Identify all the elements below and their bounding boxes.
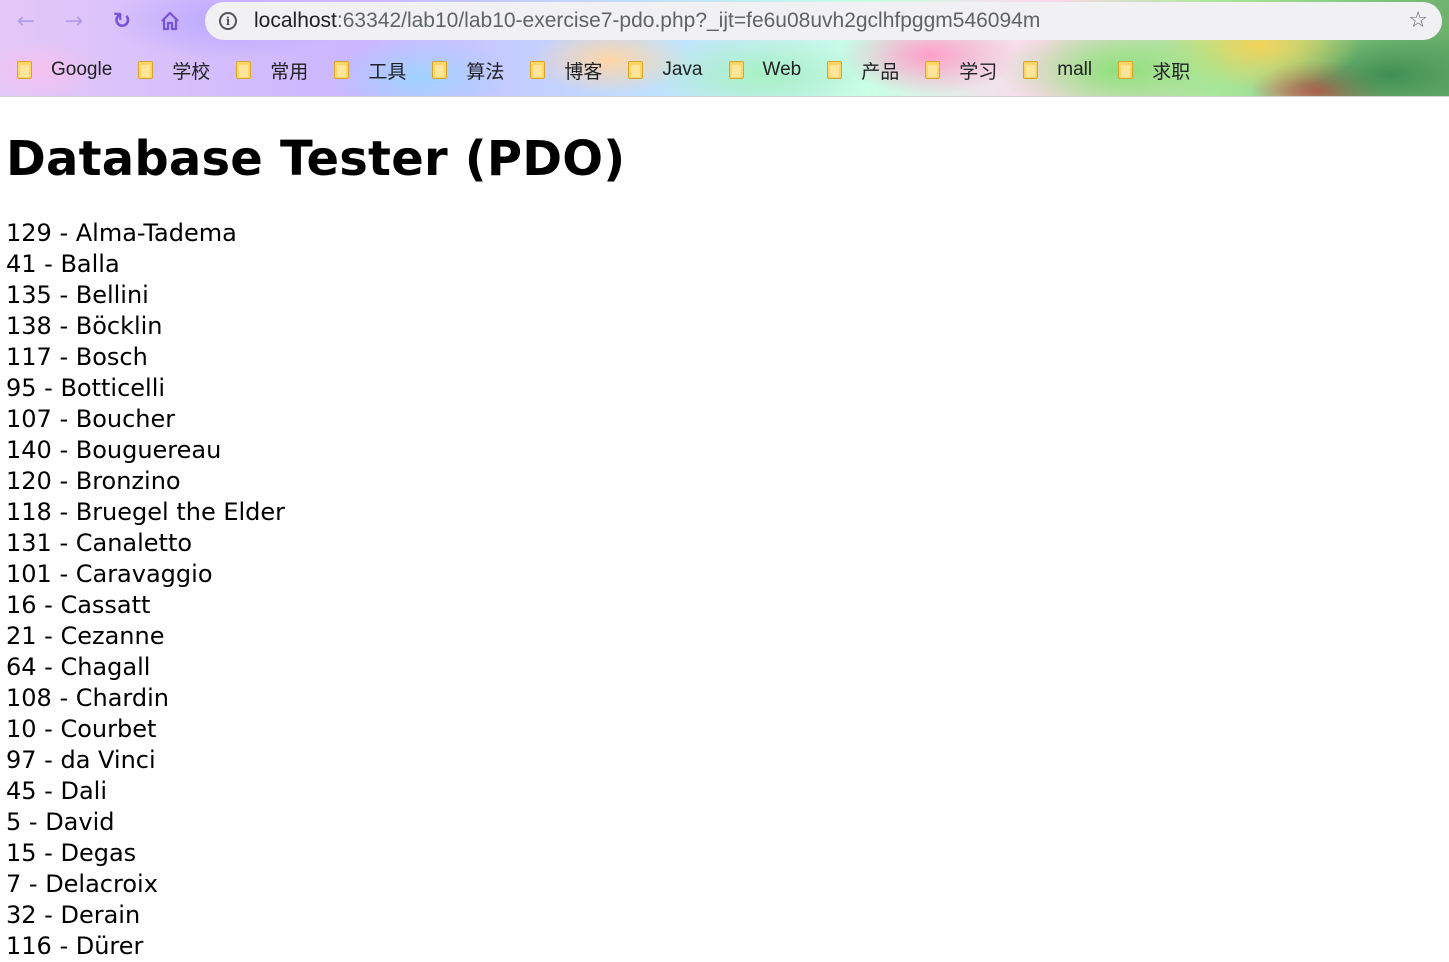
artist-row: 7 - Delacroix	[6, 870, 158, 898]
artist-row: 107 - Boucher	[6, 405, 176, 433]
artist-row: 120 - Bronzino	[6, 467, 181, 495]
artist-row: 15 - Degas	[6, 839, 137, 867]
folder-icon	[628, 61, 644, 79]
artist-row: 116 - Dürer	[6, 932, 144, 960]
bookmark-item[interactable]: 产品	[827, 55, 899, 85]
page-content: Database Tester (PDO) 129 - Alma-Tadema 4…	[0, 129, 1449, 962]
bookmark-item[interactable]: 博客	[530, 55, 602, 85]
bookmark-label: 学习	[959, 61, 998, 83]
info-icon[interactable]: i	[219, 12, 237, 30]
artist-row: 135 - Bellini	[6, 281, 149, 309]
folder-icon	[334, 61, 350, 79]
bookmark-item[interactable]: 算法	[432, 55, 504, 85]
artist-row: 16 - Cassatt	[6, 591, 151, 619]
folder-icon	[530, 61, 546, 79]
bookmark-item[interactable]: Java	[628, 55, 703, 85]
page-title: Database Tester (PDO)	[6, 131, 626, 187]
bookmark-label: 求职	[1152, 61, 1191, 83]
bookmark-item[interactable]: 学校	[138, 55, 210, 85]
bookmark-label: 博客	[564, 61, 603, 83]
bookmark-label: 学校	[172, 61, 211, 83]
reload-icon: ↻	[112, 8, 132, 34]
folder-icon	[432, 61, 448, 79]
folder-icon	[236, 61, 252, 79]
artist-row: 129 - Alma-Tadema	[6, 219, 237, 247]
bookmark-label: 算法	[466, 61, 505, 83]
artist-row: 101 - Caravaggio	[6, 560, 213, 588]
artist-row: 45 - Dali	[6, 777, 107, 805]
folder-icon	[1118, 61, 1134, 79]
bookmark-label: Java	[662, 59, 703, 80]
home-icon	[161, 11, 179, 31]
bookmark-label: 常用	[270, 61, 309, 83]
artist-row: 41 - Balla	[6, 250, 120, 278]
bookmark-label: 产品	[861, 61, 900, 83]
bookmarks-bar: Google 学校 常用 工具 算法 博客 Java Web 产品 学习 mall 求职	[0, 52, 1216, 88]
artist-row: 5 - David	[6, 808, 115, 836]
artist-row: 140 - Bouguereau	[6, 436, 222, 464]
url-path: :63342/lab10/lab10-exercise7-pdo.php?_ij…	[336, 9, 1041, 32]
browser-toolbar: ← → ↻ i localhost:63342/lab10/lab10-exer…	[0, 0, 1449, 42]
bookmark-label: Web	[762, 59, 802, 80]
folder-icon	[728, 61, 744, 79]
bookmark-item[interactable]: Google	[17, 55, 112, 85]
bookmark-item[interactable]: 工具	[334, 55, 406, 85]
arrow-right-icon: →	[64, 8, 84, 34]
bookmark-item[interactable]: 学习	[925, 55, 997, 85]
artist-row: 138 - Böcklin	[6, 312, 163, 340]
home-button[interactable]	[154, 5, 186, 37]
artist-row: 117 - Bosch	[6, 343, 148, 371]
bookmark-label: Google	[51, 59, 113, 80]
artist-list: 129 - Alma-Tadema 41 - Balla 135 - Bellini…	[6, 218, 1449, 962]
address-bar[interactable]: i localhost:63342/lab10/lab10-exercise7-…	[205, 2, 1442, 40]
arrow-left-icon: ←	[16, 8, 36, 34]
folder-icon	[138, 61, 154, 79]
artist-row: 131 - Canaletto	[6, 529, 193, 557]
artist-row: 95 - Botticelli	[6, 374, 166, 402]
artist-row: 97 - da Vinci	[6, 746, 156, 774]
bookmark-label: 工具	[368, 61, 407, 83]
folder-icon	[17, 61, 32, 79]
bookmark-item[interactable]: 常用	[236, 55, 308, 85]
bookmark-item[interactable]: mall	[1023, 55, 1092, 85]
artist-row: 10 - Courbet	[6, 715, 157, 743]
forward-button[interactable]: →	[58, 5, 90, 37]
folder-icon	[925, 61, 941, 79]
bookmark-label: mall	[1057, 59, 1093, 80]
artist-row: 108 - Chardin	[6, 684, 169, 712]
bookmark-item[interactable]: 求职	[1118, 55, 1190, 85]
artist-row: 32 - Derain	[6, 901, 141, 929]
url-text[interactable]: localhost:63342/lab10/lab10-exercise7-pd…	[254, 9, 1040, 33]
back-button[interactable]: ←	[10, 5, 42, 37]
reload-button[interactable]: ↻	[106, 5, 138, 37]
bookmark-item[interactable]: Web	[728, 55, 802, 85]
artist-row: 64 - Chagall	[6, 653, 151, 681]
star-icon[interactable]: ☆	[1408, 9, 1428, 33]
url-host: localhost	[254, 9, 337, 32]
folder-icon	[1023, 61, 1039, 79]
folder-icon	[827, 61, 843, 79]
browser-chrome: ← → ↻ i localhost:63342/lab10/lab10-exer…	[0, 0, 1449, 97]
artist-row: 118 - Bruegel the Elder	[6, 498, 286, 526]
artist-row: 21 - Cezanne	[6, 622, 165, 650]
